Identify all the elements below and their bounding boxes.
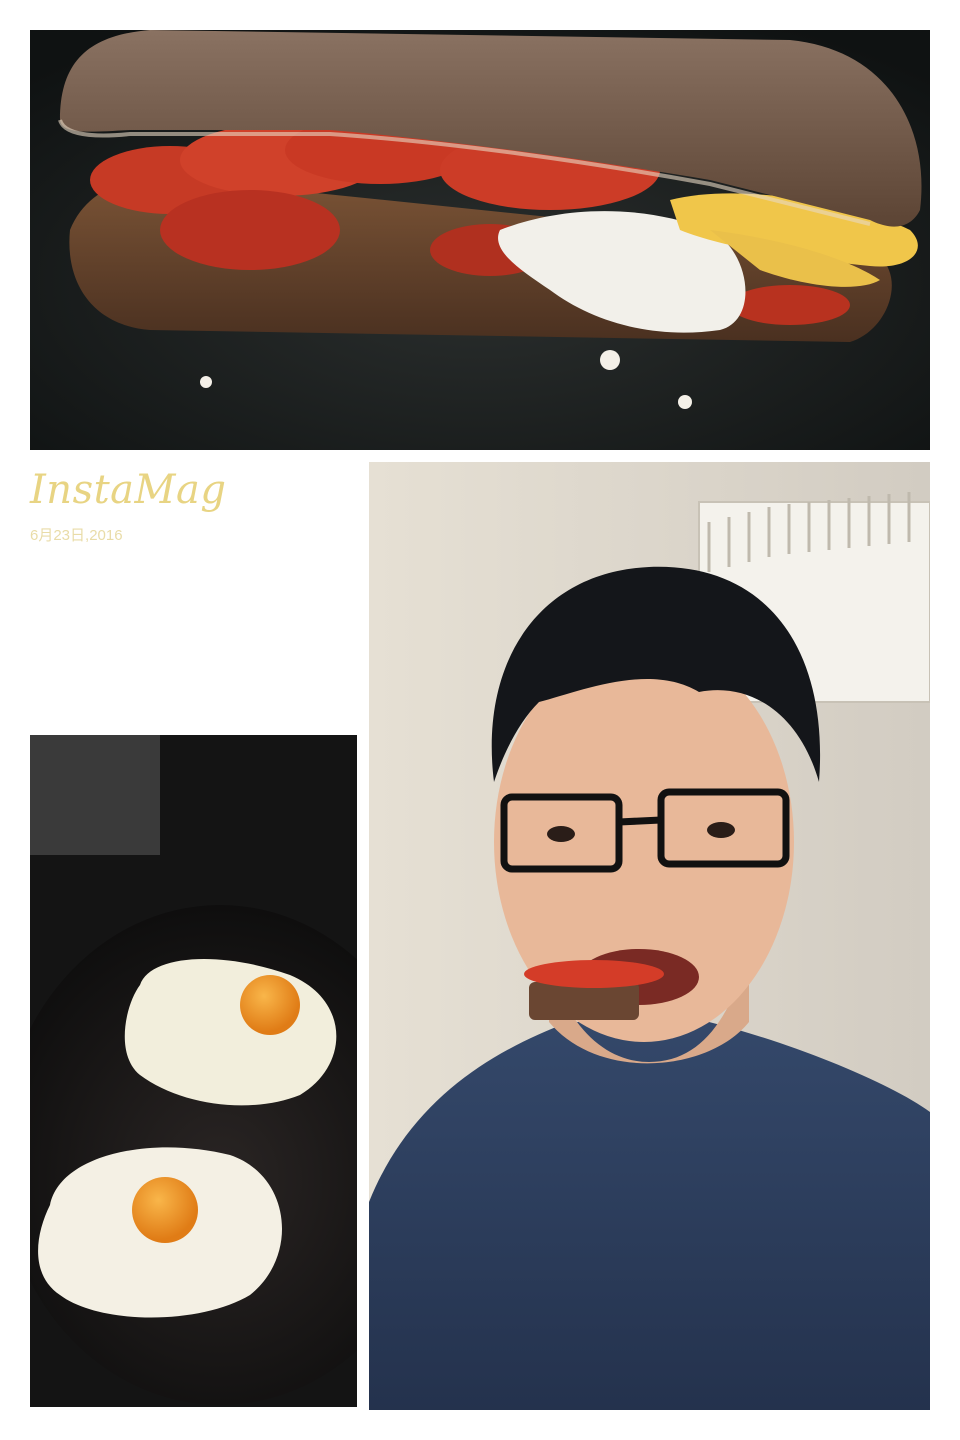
selfie-illustration (369, 462, 930, 1410)
brand-name: InstaMag (30, 467, 227, 513)
fried-eggs-illustration (30, 735, 357, 1407)
sandwich-illustration (30, 30, 930, 450)
fried-eggs-photo (30, 735, 357, 1407)
date-label: 6月23日,2016 (30, 527, 123, 544)
sandwich-photo (30, 30, 930, 450)
instamag-watermark: InstaMag 6月23日,2016 (30, 470, 350, 545)
selfie-photo (369, 462, 930, 1410)
